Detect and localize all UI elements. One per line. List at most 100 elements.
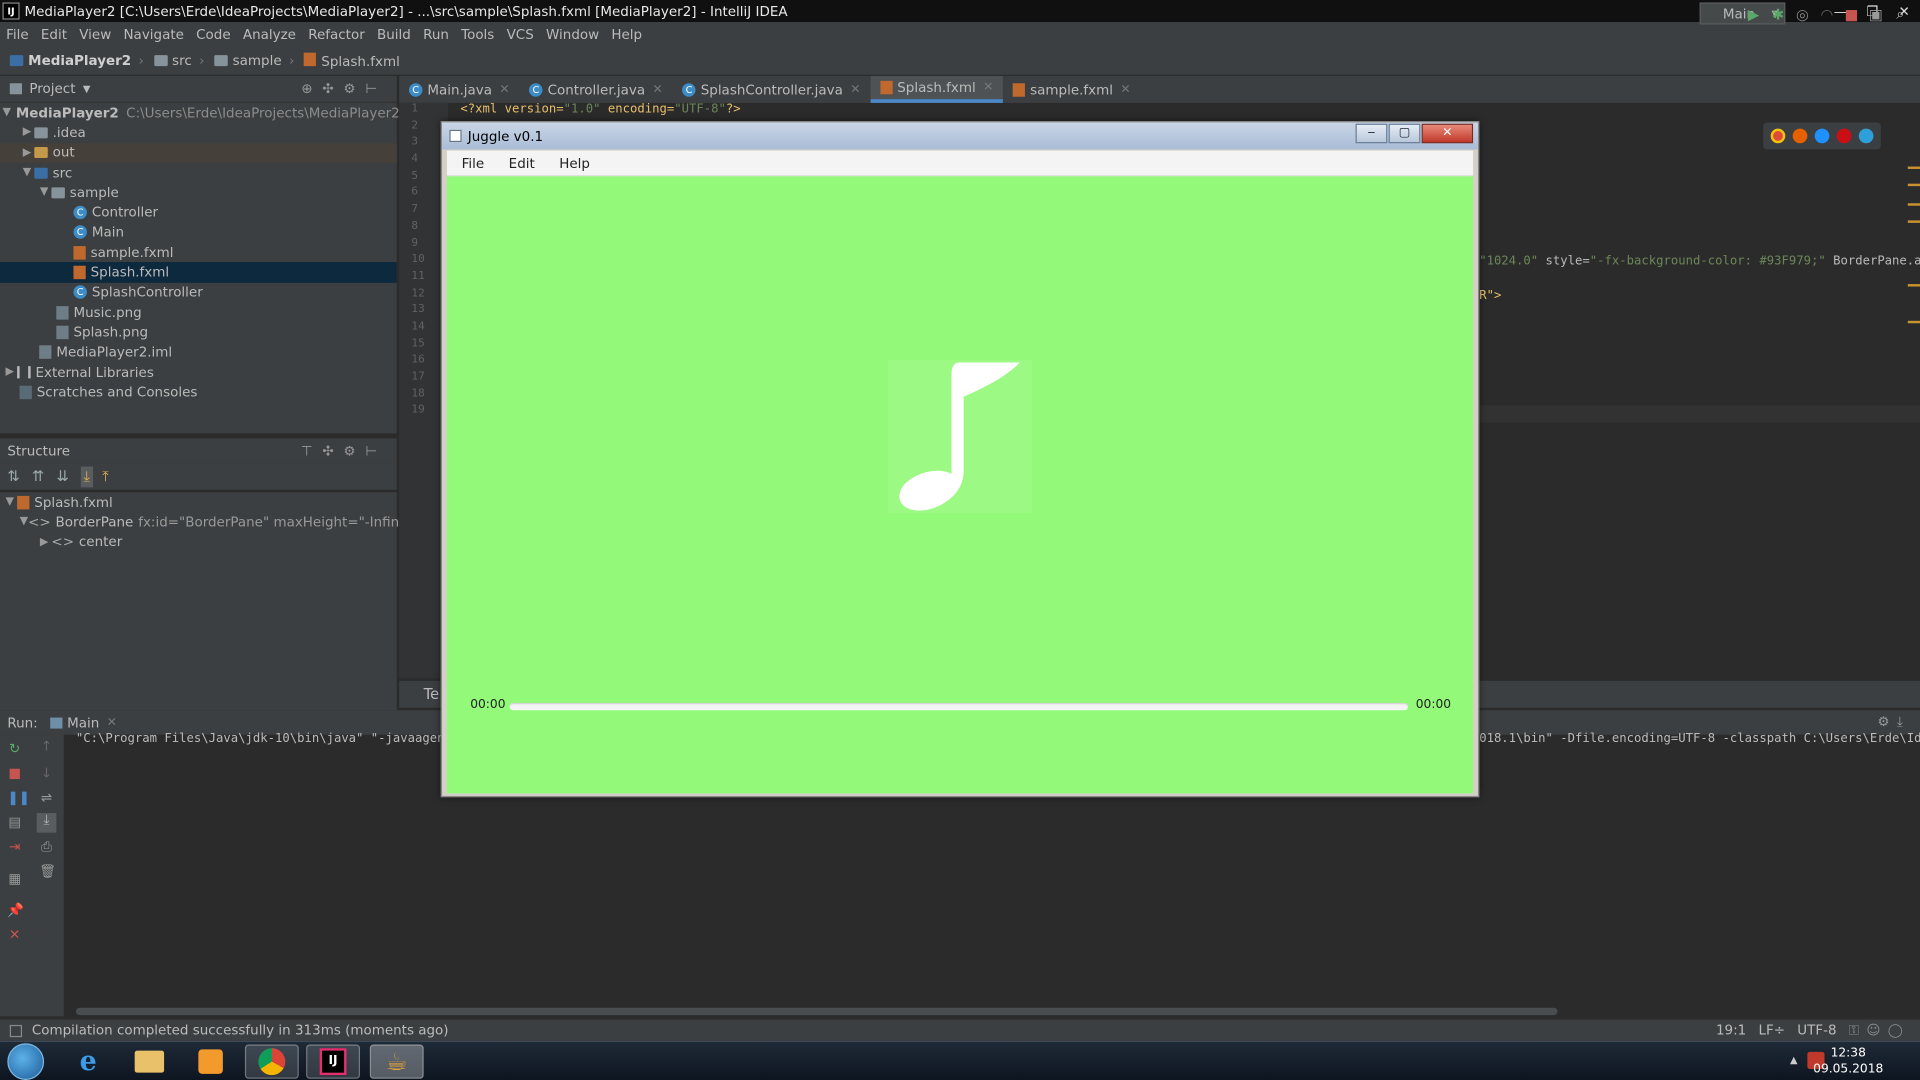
structure-item-file[interactable]: ▼ Splash.fxml xyxy=(0,492,397,512)
expand-arrow-icon[interactable]: ▼ xyxy=(20,167,35,179)
ie-icon[interactable] xyxy=(1858,128,1874,144)
taskbar-ie[interactable]: e xyxy=(61,1044,115,1078)
rerun-icon[interactable]: ↻ xyxy=(7,741,22,757)
hide-icon[interactable]: ⊢ xyxy=(365,443,387,459)
opera-icon[interactable] xyxy=(1836,128,1852,144)
layout-icon[interactable]: ▦ xyxy=(7,871,22,887)
chrome-icon[interactable] xyxy=(1770,128,1786,144)
menu-vcs[interactable]: VCS xyxy=(500,26,539,42)
gear-icon[interactable]: ⚙ xyxy=(1877,714,1896,730)
tree-item-external-libraries[interactable]: ▶ External Libraries xyxy=(0,362,397,382)
expand-arrow-icon[interactable]: ▼ xyxy=(37,187,52,199)
taskbar-explorer[interactable] xyxy=(122,1044,176,1078)
autoscroll-from-source-icon[interactable]: ⤒ xyxy=(102,467,121,485)
expand-arrow-icon[interactable]: ▶ xyxy=(20,147,35,159)
tree-item-splash-fxml[interactable]: Splash.fxml xyxy=(0,262,397,283)
project-panel-title[interactable]: Project xyxy=(29,81,75,97)
stop-icon[interactable]: ■ xyxy=(7,766,22,782)
firefox-icon[interactable] xyxy=(1792,128,1808,144)
menu-code[interactable]: Code xyxy=(190,26,237,42)
pause-icon[interactable]: ❚❚ xyxy=(7,790,30,806)
close-icon[interactable]: ✕ xyxy=(107,716,117,729)
caret-position[interactable]: 19:1 xyxy=(1716,1022,1746,1038)
juggle-minimize-button[interactable]: ‒ xyxy=(1355,123,1388,144)
gear-icon[interactable]: ⚙ xyxy=(344,443,366,459)
tab-splash-fxml[interactable]: Splash.fxml ✕ xyxy=(870,75,1004,103)
menu-window[interactable]: Window xyxy=(540,26,605,42)
tab-sample-fxml[interactable]: sample.fxml ✕ xyxy=(1003,76,1140,103)
error-stripe-marker[interactable] xyxy=(1907,284,1920,287)
console-output-continued[interactable]: 018.1\bin" -Dfile.encoding=UTF-8 -classp… xyxy=(1479,732,1920,745)
error-stripe-marker[interactable] xyxy=(1907,183,1920,187)
run-icon[interactable]: ▶ xyxy=(1741,6,1765,23)
search-icon[interactable]: ⌕ xyxy=(1888,5,1912,23)
tree-item-music-png[interactable]: Music.png xyxy=(0,302,397,322)
collapse-icon[interactable]: ✣ xyxy=(322,443,343,459)
taskbar-java[interactable]: ☕ xyxy=(369,1044,424,1079)
tray-arrow-icon[interactable]: ▲ xyxy=(1790,1054,1798,1065)
collapse-all-icon[interactable]: ⇊ xyxy=(56,468,81,485)
inspector-icon[interactable]: ☺ xyxy=(1866,1022,1887,1038)
juggle-menu-help[interactable]: Help xyxy=(545,155,600,171)
structure-item-center[interactable]: ▶ <> center xyxy=(0,532,397,552)
juggle-close-button[interactable]: ✕ xyxy=(1421,123,1474,144)
menu-view[interactable]: View xyxy=(73,26,117,42)
soft-wrap-icon[interactable]: ⇌ xyxy=(39,790,54,806)
down-icon[interactable]: ↓ xyxy=(39,766,54,782)
juggle-menu-file[interactable]: File xyxy=(447,155,494,171)
chevron-down-icon[interactable]: ▼ xyxy=(83,83,91,94)
menu-file[interactable]: File xyxy=(0,26,35,42)
close-icon[interactable]: ✕ xyxy=(7,928,22,943)
menu-build[interactable]: Build xyxy=(371,26,417,42)
project-structure-icon[interactable]: ▣ xyxy=(1864,6,1888,23)
close-icon[interactable]: ✕ xyxy=(983,81,993,94)
menu-help[interactable]: Help xyxy=(605,26,648,42)
juggle-title-bar[interactable]: Juggle v0.1 xyxy=(442,122,1478,150)
close-icon[interactable]: ✕ xyxy=(499,83,509,96)
expand-arrow-icon[interactable]: ▶ xyxy=(20,127,35,139)
event-log-icon[interactable]: ◯ xyxy=(1888,1022,1910,1038)
sort-alpha-icon[interactable]: ⇅ xyxy=(7,468,32,485)
expand-all-icon[interactable]: ⇈ xyxy=(32,468,57,485)
tab-splashcontroller-java[interactable]: C SplashController.java ✕ xyxy=(673,76,871,103)
menu-navigate[interactable]: Navigate xyxy=(117,26,190,42)
tree-item-project[interactable]: ▼ MediaPlayer2 C:\Users\Erde\IdeaProjects\… xyxy=(0,103,399,123)
console-output[interactable]: "C:\Program Files\Java\jdk-10\bin\java" … xyxy=(76,732,459,745)
debug-icon[interactable]: ✱ xyxy=(1766,6,1790,23)
pin-icon[interactable]: 📌 xyxy=(7,903,24,919)
juggle-menu-edit[interactable]: Edit xyxy=(494,155,545,171)
tool-windows-icon[interactable] xyxy=(9,1024,23,1037)
exit-icon[interactable]: ⇥ xyxy=(7,839,22,855)
tab-controller-java[interactable]: C Controller.java ✕ xyxy=(519,76,672,103)
hide-icon[interactable]: ⤓ xyxy=(1897,714,1910,730)
file-encoding[interactable]: UTF-8 xyxy=(1797,1022,1836,1038)
close-icon[interactable]: ✕ xyxy=(652,83,662,96)
error-stripe-marker[interactable] xyxy=(1907,203,1920,206)
tree-item-out[interactable]: ▶ out xyxy=(0,142,397,163)
breadcrumb-file[interactable]: Splash.fxml xyxy=(304,52,400,69)
stop-icon[interactable]: ■ xyxy=(1839,6,1863,23)
code-line-12[interactable]: R"> xyxy=(1479,289,1501,302)
structure-item-borderpane[interactable]: ▼ <> BorderPane fx:id="BorderPane" maxHeigh… xyxy=(0,512,496,532)
scroll-from-source-icon[interactable]: ⊕ xyxy=(301,81,322,97)
expand-all-icon[interactable]: ⊤ xyxy=(301,443,323,459)
playback-progress-slider[interactable] xyxy=(509,702,1409,711)
menu-edit[interactable]: Edit xyxy=(35,26,73,42)
expand-arrow-icon[interactable]: ▼ xyxy=(20,516,28,528)
taskbar-clock[interactable]: 12:38 09.05.2018 xyxy=(1813,1046,1883,1078)
collapse-icon[interactable]: ✣ xyxy=(322,81,343,97)
error-stripe-marker[interactable] xyxy=(1907,166,1920,169)
code-line-10[interactable]: "1024.0" style="-fx-background-color: #9… xyxy=(1479,255,1920,268)
profile-icon[interactable]: ◠ xyxy=(1815,6,1839,23)
trash-icon[interactable]: 🗑 xyxy=(39,864,56,879)
close-icon[interactable]: ✕ xyxy=(1120,83,1130,96)
taskbar-intellij[interactable]: IJ xyxy=(306,1044,361,1079)
menu-tools[interactable]: Tools xyxy=(455,26,500,42)
tree-item-idea[interactable]: ▶ .idea xyxy=(0,123,397,143)
print-icon[interactable]: ⎙ xyxy=(39,839,54,855)
expand-arrow-icon[interactable]: ▼ xyxy=(2,107,10,119)
tree-item-main[interactable]: C Main xyxy=(0,223,397,243)
scroll-to-end-icon[interactable]: ⤓ xyxy=(36,812,57,833)
error-stripe-marker[interactable] xyxy=(1907,220,1920,223)
run-tab-main[interactable]: Main xyxy=(67,714,99,730)
